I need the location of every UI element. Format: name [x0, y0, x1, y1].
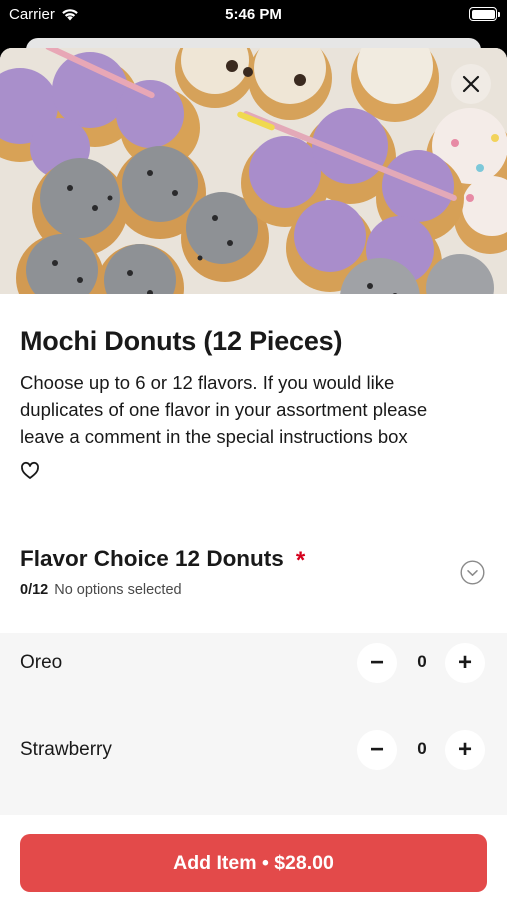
item-description: Choose up to 6 or 12 flavors. If you wou…	[20, 369, 490, 450]
close-icon	[462, 75, 480, 93]
decrement-button[interactable]: −	[357, 643, 397, 683]
status-bar: Carrier 5:46 PM	[0, 0, 507, 30]
description-line: leave a comment in the special instructi…	[20, 426, 408, 447]
flavor-options-list: Oreo − 0 + Strawberry − 0 +	[0, 633, 507, 815]
increment-button[interactable]: +	[445, 643, 485, 683]
option-row-strawberry: Strawberry − 0 +	[0, 720, 507, 780]
flavor-selection-status: 0/12 No options selected	[20, 582, 182, 598]
chevron-down-circle-icon[interactable]	[460, 560, 485, 585]
description-line: Choose up to 6 or 12 flavors. If you wou…	[20, 372, 395, 393]
bottom-action-bar: Add Item • $28.00	[0, 815, 507, 900]
quantity-stepper: − 0 +	[355, 728, 489, 772]
selection-status-text: No options selected	[54, 582, 182, 598]
required-indicator: *	[295, 547, 306, 574]
quantity-value: 0	[417, 739, 427, 758]
description-line: duplicates of one flavor in your assortm…	[20, 399, 428, 420]
battery-icon	[469, 7, 500, 21]
close-button[interactable]	[451, 64, 491, 104]
flavor-section-title: Flavor Choice 12 Donuts	[20, 546, 284, 571]
option-row-oreo: Oreo − 0 +	[0, 633, 507, 693]
option-label: Oreo	[20, 652, 63, 673]
hero-image	[0, 48, 507, 294]
donut-photo	[0, 48, 507, 294]
heart-icon[interactable]	[20, 461, 40, 481]
add-item-button[interactable]: Add Item • $28.00	[20, 834, 487, 892]
clock: 5:46 PM	[225, 6, 282, 23]
quantity-stepper: − 0 +	[355, 641, 489, 685]
item-title: Mochi Donuts (12 Pieces)	[20, 326, 343, 356]
item-detail-sheet: Mochi Donuts (12 Pieces) Choose up to 6 …	[0, 48, 507, 900]
flavor-section-header[interactable]: Flavor Choice 12 Donuts *	[20, 546, 306, 574]
decrement-button[interactable]: −	[357, 730, 397, 770]
quantity-value: 0	[417, 652, 427, 671]
selection-count: 0/12	[20, 582, 49, 598]
option-label: Strawberry	[20, 739, 112, 760]
increment-button[interactable]: +	[445, 730, 485, 770]
